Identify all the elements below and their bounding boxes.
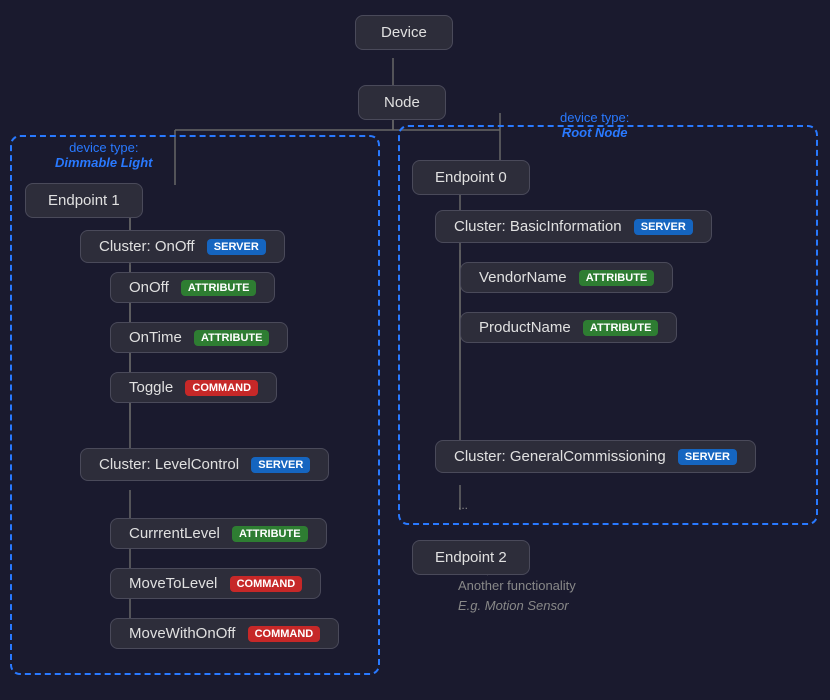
onoff-attr-badge: ATTRIBUTE [181,280,257,296]
productname-attr-label: ProductName [479,319,571,336]
cluster-basicinfo: Cluster: BasicInformation SERVER [435,210,712,243]
movetolevel-cmd-badge: COMMAND [230,576,303,592]
toggle-cmd-badge: COMMAND [185,380,258,396]
diagram-container: Device Node device type: Dimmable Light … [0,0,830,700]
endpoint0-label: Endpoint 0 [435,169,507,186]
currentlevel-attr: CurrrentLevel ATTRIBUTE [110,518,327,549]
dimmable-light-label1: device type: [55,140,153,155]
ontime-attr: OnTime ATTRIBUTE [110,322,288,353]
cluster-generalcommissioning-badge: SERVER [678,449,737,465]
cluster-generalcommissioning: Cluster: GeneralCommissioning SERVER [435,440,756,473]
ontime-attr-badge: ATTRIBUTE [194,330,270,346]
toggle-cmd-label: Toggle [129,379,173,396]
movetolevel-cmd: MoveToLevel COMMAND [110,568,321,599]
cluster-levelcontrol-badge: SERVER [251,457,310,473]
example-text: E.g. Motion Sensor [458,598,569,613]
endpoint0-node: Endpoint 0 [412,160,530,195]
another-functionality-text: Another functionality [458,578,576,593]
productname-attr: ProductName ATTRIBUTE [460,312,677,343]
cluster-basicinfo-badge: SERVER [634,219,693,235]
dimmable-light-label2: Dimmable Light [55,155,153,170]
cluster-levelcontrol-label: Cluster: LevelControl [99,456,239,473]
toggle-cmd: Toggle COMMAND [110,372,277,403]
root-node-label2: Root Node [562,125,628,140]
cluster-onoff-badge: SERVER [207,239,266,255]
movewithonoff-cmd-badge: COMMAND [248,626,321,642]
node-label: Node [384,94,420,111]
another-functionality-label: Another functionality [458,578,576,593]
vendorname-attr-label: VendorName [479,269,567,286]
endpoint1-node: Endpoint 1 [25,183,143,218]
root-node-label1: device type: [560,110,629,125]
endpoint2-node: Endpoint 2 [412,540,530,575]
example-label: E.g. Motion Sensor [458,598,569,613]
onoff-attr: OnOff ATTRIBUTE [110,272,275,303]
ellipsis: ... [458,498,468,512]
vendorname-attr-badge: ATTRIBUTE [579,270,655,286]
currentlevel-attr-label: CurrrentLevel [129,525,220,542]
endpoint2-label: Endpoint 2 [435,549,507,566]
device-node: Device [355,15,453,50]
root-node-label: device type: Root Node [560,110,629,140]
onoff-attr-label: OnOff [129,279,169,296]
node-node: Node [358,85,446,120]
productname-attr-badge: ATTRIBUTE [583,320,659,336]
cluster-onoff: Cluster: OnOff SERVER [80,230,285,263]
cluster-generalcommissioning-label: Cluster: GeneralCommissioning [454,448,666,465]
movewithonoff-cmd-label: MoveWithOnOff [129,625,235,642]
endpoint1-label: Endpoint 1 [48,192,120,209]
device-label: Device [381,24,427,41]
movewithonoff-cmd: MoveWithOnOff COMMAND [110,618,339,649]
ontime-attr-label: OnTime [129,329,182,346]
currentlevel-attr-badge: ATTRIBUTE [232,526,308,542]
movetolevel-cmd-label: MoveToLevel [129,575,217,592]
cluster-basicinfo-label: Cluster: BasicInformation [454,218,622,235]
dimmable-light-label: device type: Dimmable Light [55,140,153,170]
cluster-levelcontrol: Cluster: LevelControl SERVER [80,448,329,481]
cluster-onoff-label: Cluster: OnOff [99,238,195,255]
vendorname-attr: VendorName ATTRIBUTE [460,262,673,293]
